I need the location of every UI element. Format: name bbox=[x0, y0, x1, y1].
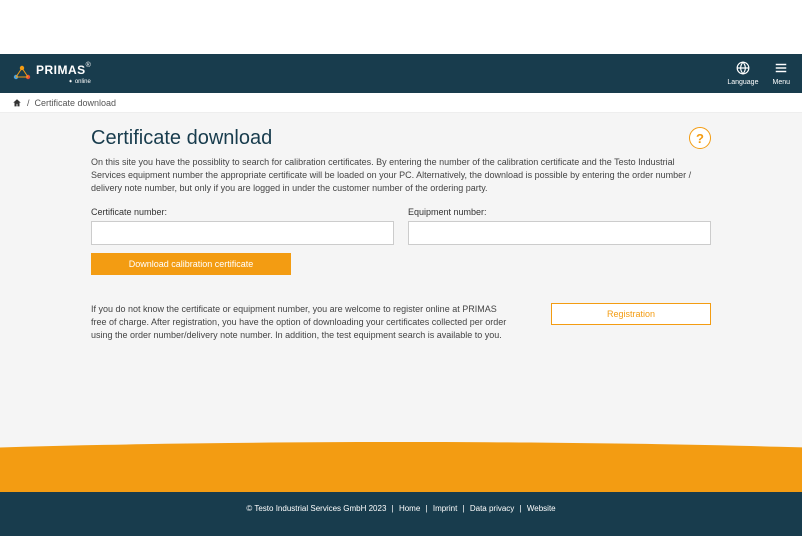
primas-logo-icon bbox=[12, 64, 32, 84]
help-icon: ? bbox=[696, 131, 704, 146]
app-header: PRIMAS® ➧ online Language bbox=[0, 54, 802, 93]
registration-info-text: If you do not know the certificate or eq… bbox=[91, 303, 511, 342]
footer-copyright: © Testo Industrial Services GmbH 2023 bbox=[246, 504, 386, 513]
menu-toggle[interactable]: Menu bbox=[772, 61, 790, 86]
brand-name: PRIMAS bbox=[36, 63, 86, 77]
breadcrumb-separator: / bbox=[27, 98, 30, 108]
breadcrumb: / Certificate download bbox=[0, 93, 802, 113]
registration-button[interactable]: Registration bbox=[551, 303, 711, 325]
intro-paragraph: On this site you have the possiblity to … bbox=[91, 156, 711, 195]
registration-button-label: Registration bbox=[607, 309, 655, 319]
main-content: Certificate download ? On this site you … bbox=[0, 113, 802, 536]
page-title: Certificate download bbox=[91, 127, 272, 150]
help-button[interactable]: ? bbox=[689, 127, 711, 149]
footer-separator: | bbox=[520, 504, 522, 513]
globe-icon bbox=[736, 61, 750, 77]
language-switcher[interactable]: Language bbox=[727, 61, 758, 86]
footer-link-website[interactable]: Website bbox=[527, 504, 556, 513]
download-certificate-button[interactable]: Download calibration certificate bbox=[91, 253, 291, 275]
brand-text: PRIMAS® ➧ online bbox=[36, 62, 91, 85]
footer-wave-decoration bbox=[0, 442, 802, 492]
page-footer: © Testo Industrial Services GmbH 2023 | … bbox=[0, 492, 802, 536]
brand-logo[interactable]: PRIMAS® ➧ online bbox=[12, 62, 91, 85]
hamburger-icon bbox=[774, 61, 788, 77]
footer-link-home[interactable]: Home bbox=[399, 504, 420, 513]
certificate-number-input[interactable] bbox=[91, 221, 394, 245]
pre-header-whitespace bbox=[0, 0, 802, 54]
footer-separator: | bbox=[463, 504, 465, 513]
language-label: Language bbox=[727, 79, 758, 86]
menu-label: Menu bbox=[772, 79, 790, 86]
brand-subline: ➧ online bbox=[36, 79, 91, 85]
footer-separator: | bbox=[392, 504, 394, 513]
breadcrumb-home[interactable] bbox=[12, 98, 22, 108]
footer-link-privacy[interactable]: Data privacy bbox=[470, 504, 514, 513]
footer-separator: | bbox=[426, 504, 428, 513]
equipment-number-label: Equipment number: bbox=[408, 207, 711, 217]
brand-registered: ® bbox=[86, 62, 91, 69]
certificate-number-label: Certificate number: bbox=[91, 207, 394, 217]
home-icon bbox=[12, 98, 22, 108]
download-button-label: Download calibration certificate bbox=[129, 259, 254, 269]
breadcrumb-current: Certificate download bbox=[35, 98, 117, 108]
equipment-number-input[interactable] bbox=[408, 221, 711, 245]
footer-link-imprint[interactable]: Imprint bbox=[433, 504, 457, 513]
